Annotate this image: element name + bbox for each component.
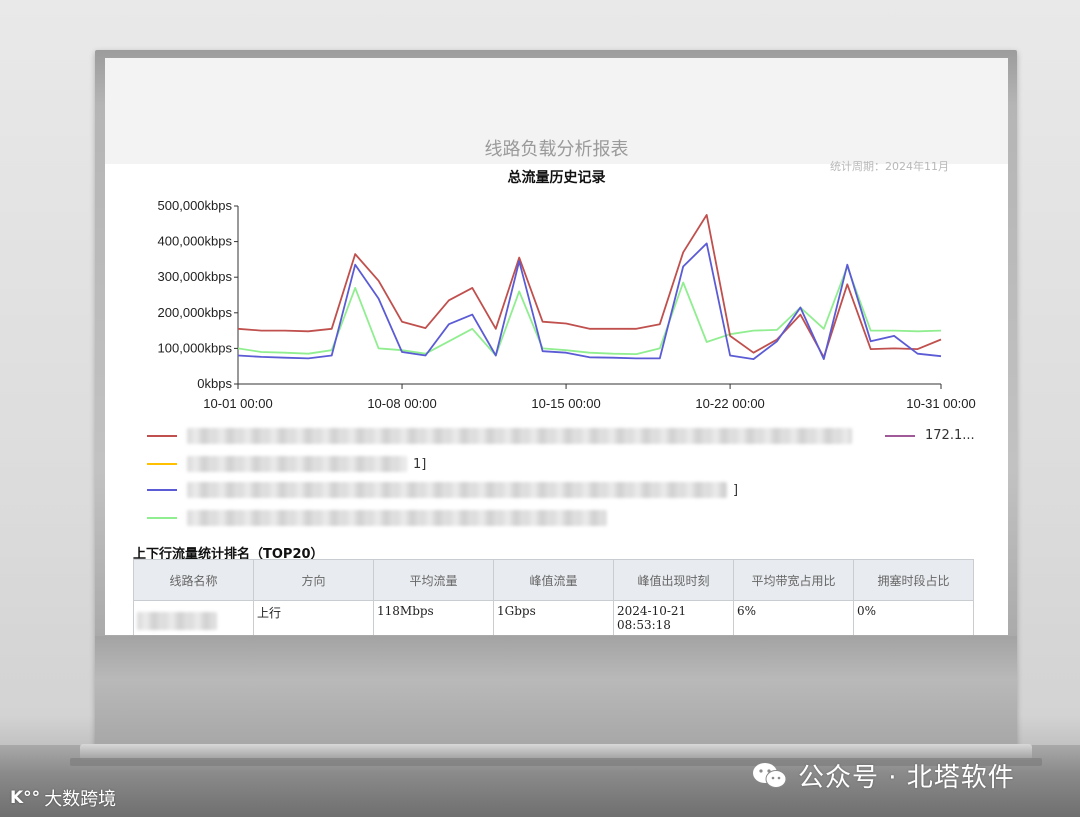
legend-line-blue — [147, 489, 177, 491]
display-frame-lower — [95, 636, 1017, 746]
traffic-history-chart: 0kbps 100,000kbps 200,000kbps 300,000kbps 40… — [158, 198, 976, 411]
wechat-watermark-text: 公众号 · 北塔软件 — [798, 763, 1015, 793]
line-name-redacted — [137, 612, 217, 630]
col-line-name[interactable]: 线路名称 — [133, 559, 254, 601]
series-line-0 — [237, 213, 942, 359]
col-direction[interactable]: 方向 — [253, 559, 374, 601]
legend-item-blue[interactable]: ] — [147, 482, 738, 498]
x-tick-label: 10-22 00:00 — [695, 396, 764, 411]
y-tick-label: 500,000kbps — [158, 198, 233, 213]
y-tick-label: 300,000kbps — [158, 269, 233, 284]
wechat-watermark: 公众号 · 北塔软件 — [752, 757, 1015, 794]
col-peak-time[interactable]: 峰值出现时刻 — [613, 559, 734, 601]
col-avg-bandwidth-ratio[interactable]: 平均带宽占用比 — [733, 559, 854, 601]
ranking-table: 线路名称 方向 平均流量 峰值流量 峰值出现时刻 平均带宽占用比 拥塞时段占比 … — [133, 559, 974, 635]
ranking-header-row: 线路名称 方向 平均流量 峰值流量 峰值出现时刻 平均带宽占用比 拥塞时段占比 — [133, 559, 974, 601]
legend-label-blue-redacted — [187, 482, 727, 498]
cell-peak-time: 2024-10-21 08:53:18 — [613, 600, 734, 635]
chart-title: 总流量历史记录 — [507, 170, 606, 186]
legend-label-yellow-redacted — [187, 456, 407, 472]
x-tick-label: 10-15 00:00 — [531, 396, 600, 411]
legend-label-blue-tail: ] — [733, 482, 739, 498]
legend-item-red[interactable] — [147, 428, 858, 444]
y-tick-label: 100,000kbps — [158, 340, 233, 355]
legend-label-red-redacted — [187, 428, 852, 444]
y-tick-label: 0kbps — [197, 376, 232, 391]
legend-line-red — [147, 435, 177, 437]
brand-logo: K°° — [10, 788, 41, 808]
legend-item-purple[interactable]: 172.1... — [885, 428, 975, 443]
legend-line-green — [147, 517, 177, 519]
cell-congestion: 0% — [853, 600, 974, 635]
brand-watermark: K°° 大数跨境 — [10, 785, 116, 811]
legend-item-yellow[interactable]: 1] — [147, 456, 426, 472]
legend-item-green[interactable] — [147, 510, 613, 526]
y-tick-label: 200,000kbps — [158, 305, 233, 320]
cell-line-name — [133, 600, 254, 635]
x-tick-label: 10-08 00:00 — [367, 396, 436, 411]
legend-label-yellow-tail: 1] — [413, 456, 427, 472]
col-peak-traffic[interactable]: 峰值流量 — [493, 559, 614, 601]
cell-avg: 118Mbps — [373, 600, 494, 635]
series-line-2 — [237, 242, 942, 361]
legend-line-purple — [885, 434, 915, 437]
x-tick-label: 10-31 00:00 — [906, 396, 975, 411]
legend-label-green-redacted — [187, 510, 607, 526]
report-screen: 线路负载分析报表 统计周期：2024年11月 总流量历史记录 0kbps 100,… — [105, 58, 1008, 635]
col-congestion-ratio[interactable]: 拥塞时段占比 — [853, 559, 974, 601]
cell-direction: 上行 — [253, 600, 374, 635]
legend-label-purple: 172.1... — [925, 428, 975, 443]
legend-line-yellow — [147, 463, 177, 465]
cell-avg-ratio: 6% — [733, 600, 854, 635]
wechat-icon — [752, 761, 788, 791]
brand-text: 大数跨境 — [44, 789, 117, 810]
y-tick-label: 400,000kbps — [158, 234, 233, 249]
table-row[interactable]: 上行 118Mbps 1Gbps 2024-10-21 08:53:18 6% … — [133, 600, 974, 635]
col-avg-traffic[interactable]: 平均流量 — [373, 559, 494, 601]
cell-peak: 1Gbps — [493, 600, 614, 635]
x-tick-label: 10-01 00:00 — [203, 396, 272, 411]
